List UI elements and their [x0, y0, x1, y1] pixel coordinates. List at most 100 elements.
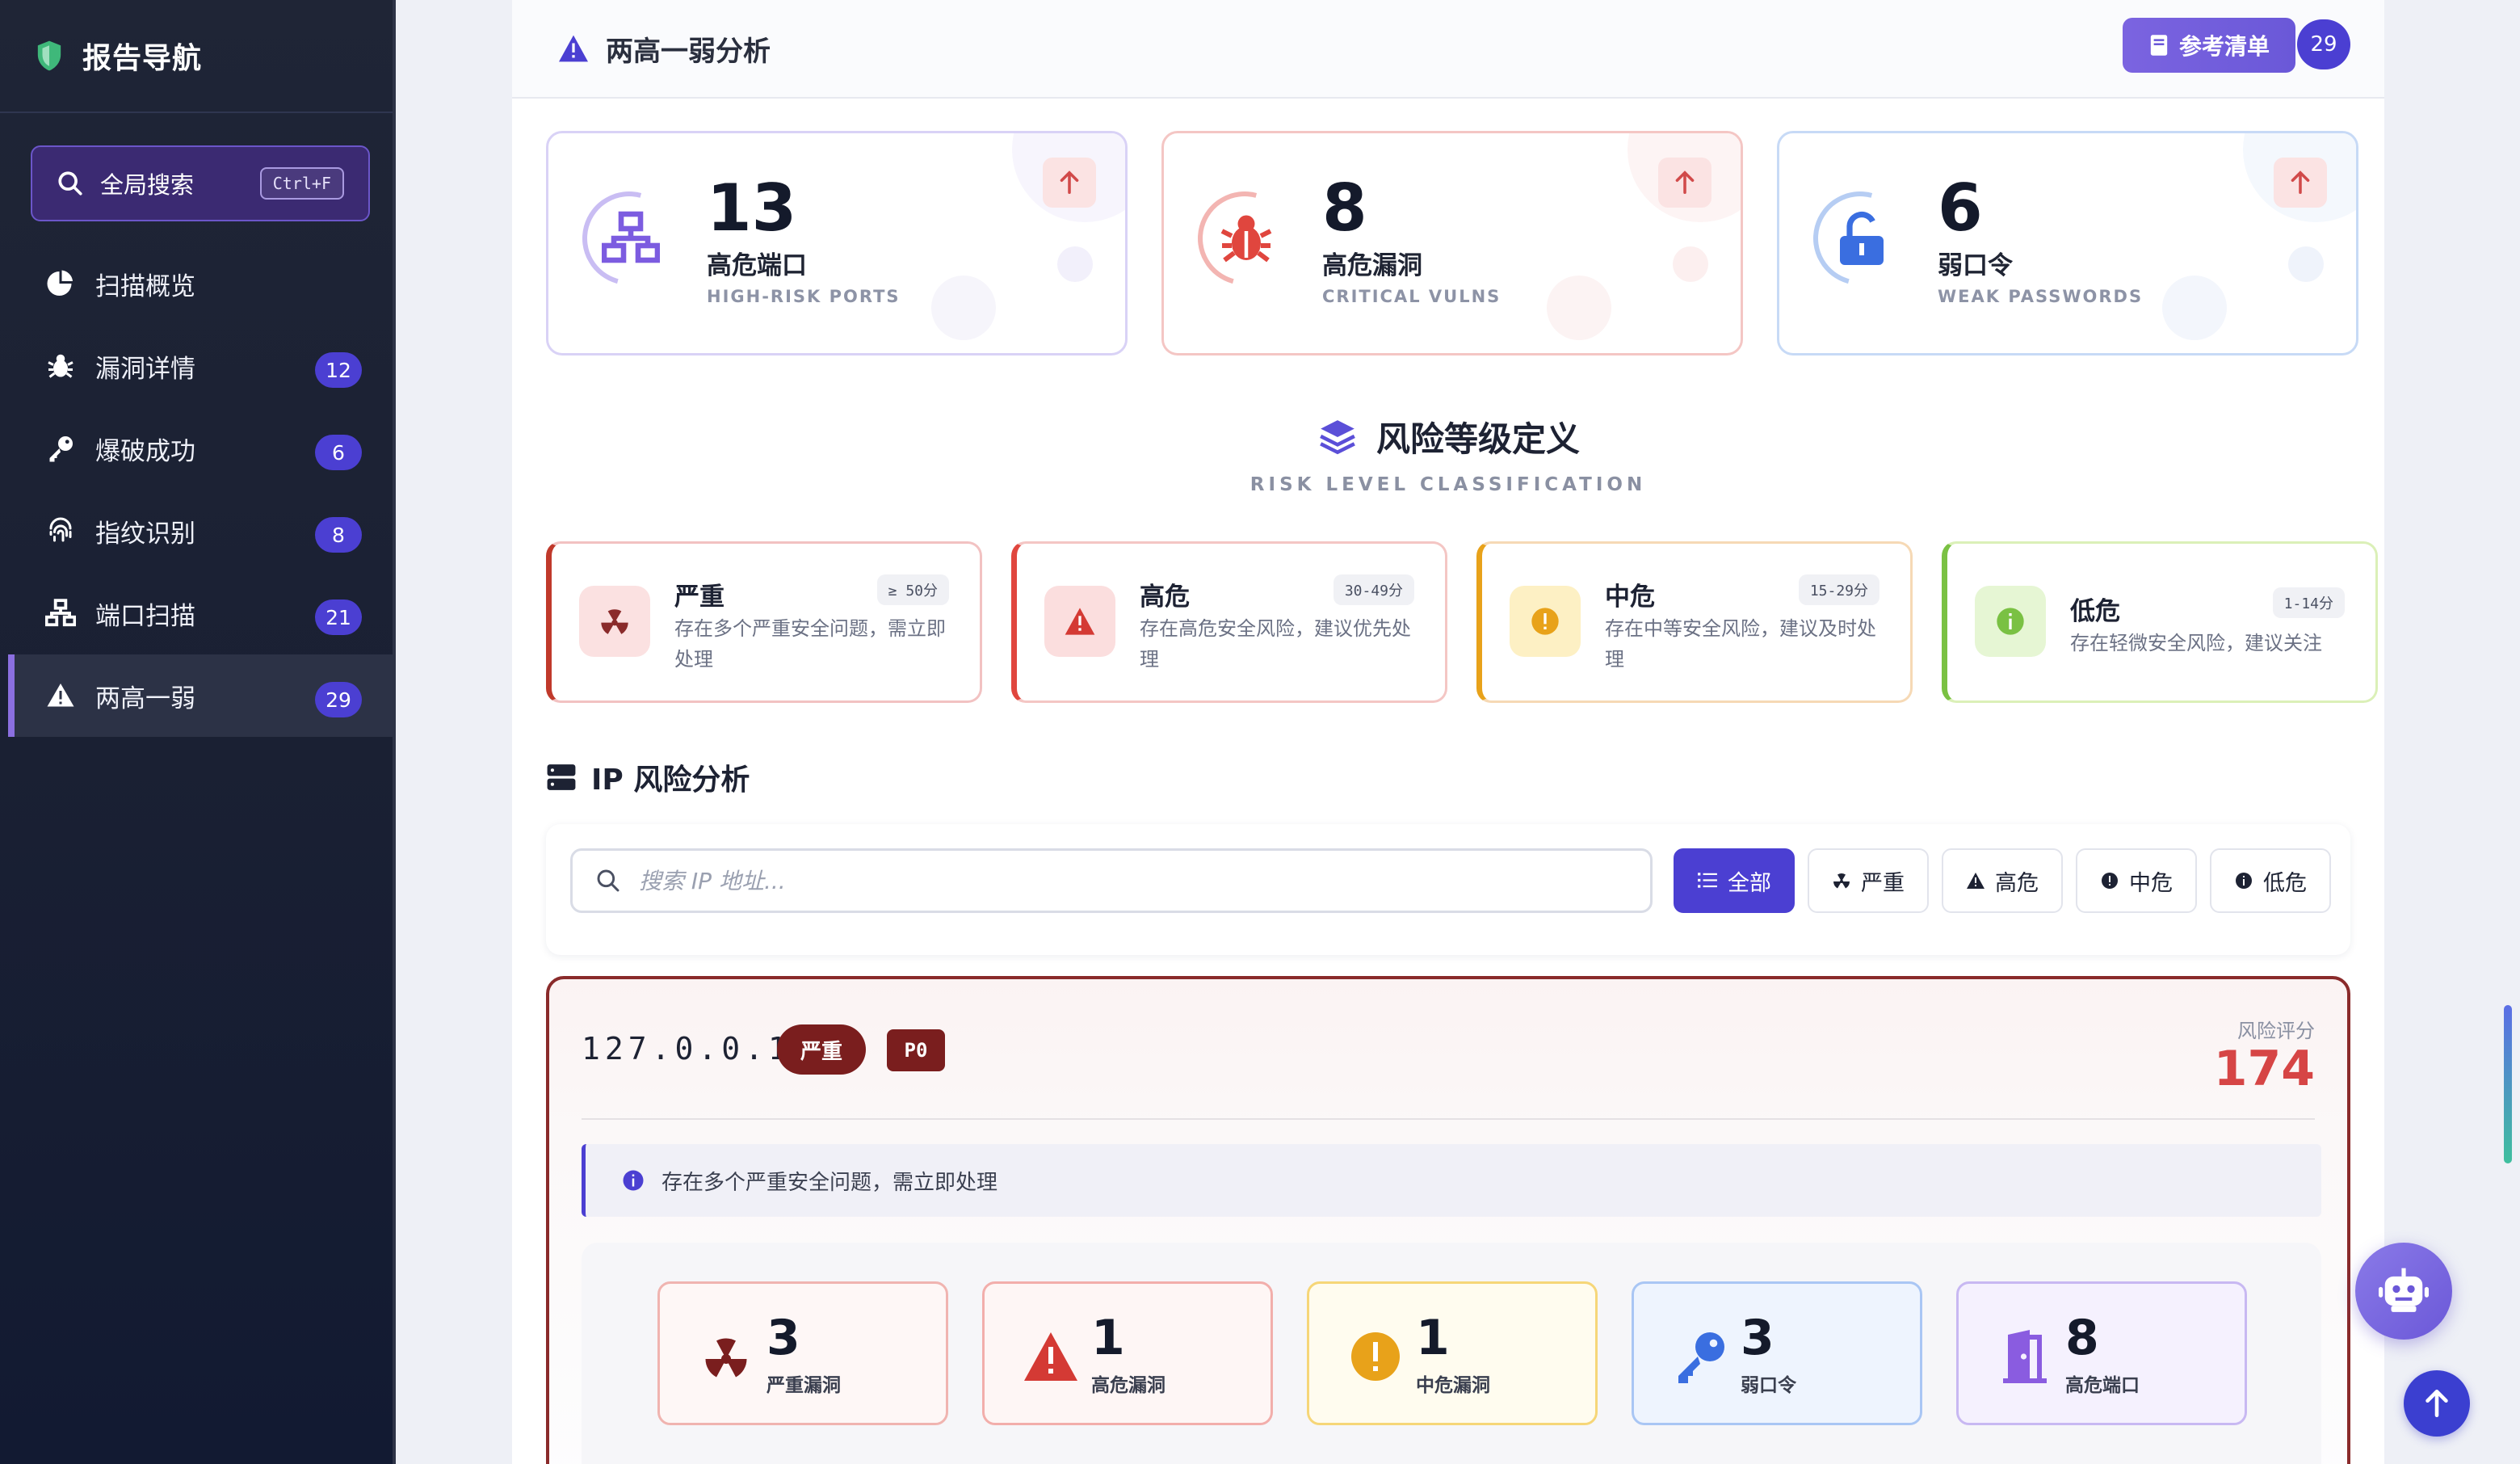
ip-risk-title: IP 风险分析: [591, 764, 750, 797]
key-icon: [1678, 1332, 1724, 1383]
divider: [582, 1118, 2315, 1120]
trend-up-icon: [1658, 158, 1712, 208]
filter-low-button[interactable]: 低危: [2210, 848, 2331, 913]
ip-risk-section-title: IP 风险分析: [546, 756, 750, 798]
decoration: [931, 276, 996, 340]
decoration: [1673, 246, 1708, 282]
global-search-label: 全局搜索: [100, 171, 195, 199]
metric-critical-vulns: 3 严重漏洞: [657, 1281, 948, 1425]
sidebar-item-fingerprint[interactable]: 指纹识别 8: [8, 490, 393, 572]
global-search-button[interactable]: 全局搜索 Ctrl+F: [31, 145, 370, 221]
shortcut-hint: Ctrl+F: [259, 167, 344, 200]
robot-icon: [2379, 1268, 2429, 1312]
count-badge: 12: [315, 352, 362, 388]
sidebar-item-ports[interactable]: 端口扫描 21: [8, 572, 393, 654]
risk-card-medium: 中危 15-29分 存在中等安全风险，建议及时处理: [1476, 541, 1913, 703]
sidebar-title: 报告导航: [82, 42, 203, 75]
door-icon: [2003, 1330, 2047, 1383]
sidebar-item-bruteforce[interactable]: 爆破成功 6: [8, 407, 393, 490]
risk-level-cards: 严重 ≥ 50分 存在多个严重安全问题，需立即处理 高危 30-49分 存在高危…: [546, 541, 2378, 703]
risk-level-title: 风险等级定义: [1376, 419, 1580, 459]
server-icon: [547, 764, 576, 790]
sidebar-item-overview[interactable]: 扫描概览: [8, 242, 393, 325]
ip-filter-panel: 全部 严重 高危 中危 低危: [546, 824, 2350, 955]
sidebar: 报告导航 全局搜索 Ctrl+F 扫描概览 漏洞详情 12 爆破成功 6 指纹识…: [0, 0, 396, 1464]
metric-medium-vulns: 1 中危漏洞: [1307, 1281, 1598, 1425]
filter-all-button[interactable]: 全部: [1674, 848, 1795, 913]
sidebar-brand: 报告导航: [0, 0, 393, 113]
shield-icon: [37, 40, 61, 71]
ip-search-field[interactable]: [570, 848, 1653, 913]
info-icon: [2236, 873, 2252, 889]
stat-label: 高危漏洞: [1322, 251, 1422, 280]
warning-icon: [559, 35, 588, 62]
radiation-icon: [579, 586, 650, 657]
risk-level-subtitle: RISK LEVEL CLASSIFICATION: [1250, 474, 1647, 495]
assistant-robot-button[interactable]: [2355, 1243, 2452, 1340]
reference-list-button[interactable]: 参考清单: [2123, 18, 2295, 73]
warning-icon: [44, 679, 78, 713]
risk-level-title-wrap: 风险等级定义: [1317, 412, 1580, 461]
risk-note-text: 存在多个严重安全问题，需立即处理: [662, 1170, 998, 1195]
metric-weak-passwords: 3 弱口令: [1632, 1281, 1922, 1425]
back-to-top-button[interactable]: [2404, 1370, 2470, 1437]
decoration: [1547, 276, 1611, 340]
decoration: [2288, 246, 2324, 282]
sidebar-item-vulns[interactable]: 漏洞详情 12: [8, 325, 393, 407]
stat-sublabel: CRITICAL VULNS: [1322, 287, 1502, 306]
risk-score-range: ≥ 50分: [876, 574, 949, 605]
risk-card-high: 高危 30-49分 存在高危安全风险，建议优先处理: [1011, 541, 1447, 703]
main-content: 两高一弱分析 参考清单 29 13 高危端口 HIGH-RISK PORTS 8: [512, 0, 2384, 1464]
stat-card-high-risk-ports: 13 高危端口 HIGH-RISK PORTS: [546, 131, 1128, 355]
layers-icon: [1320, 419, 1355, 454]
stat-value: 8: [1322, 170, 1367, 246]
risk-card-critical: 严重 ≥ 50分 存在多个严重安全问题，需立即处理: [546, 541, 982, 703]
metric-label: 弱口令: [1741, 1375, 1796, 1396]
stat-sublabel: WEAK PASSWORDS: [1938, 287, 2144, 306]
risk-score-range: 30-49分: [1333, 574, 1414, 605]
reference-list-label: 参考清单: [2178, 33, 2270, 60]
risk-card-low: 低危 1-14分 存在轻微安全风险，建议关注: [1942, 541, 2378, 703]
bug-icon: [44, 349, 78, 383]
ip-metrics-panel: 3 严重漏洞 1 高危漏洞 1 中危漏洞 3 弱口令 8 高危端口: [582, 1243, 2321, 1464]
ip-search-input[interactable]: [639, 867, 1608, 894]
risk-level-name: 低危: [2070, 597, 2120, 626]
sidebar-item-label: 指纹识别: [95, 519, 195, 549]
risk-level-description: 存在中等安全风险，建议及时处理: [1605, 617, 1876, 671]
decoration: [1057, 246, 1093, 282]
filter-label: 高危: [1995, 870, 2039, 896]
risk-level-name: 高危: [1140, 583, 1190, 612]
book-icon: [2150, 35, 2168, 56]
filter-critical-button[interactable]: 严重: [1808, 848, 1929, 913]
sidebar-item-label: 爆破成功: [95, 436, 195, 466]
reference-count-badge: 29: [2297, 19, 2350, 69]
stat-label: 高危端口: [707, 251, 807, 280]
scrollbar-thumb[interactable]: [2504, 1005, 2512, 1163]
filter-high-button[interactable]: 高危: [1942, 848, 2063, 913]
sidebar-item-label: 扫描概览: [95, 271, 195, 301]
stat-value: 6: [1938, 170, 1983, 246]
count-badge: 21: [315, 599, 362, 635]
metric-value: 8: [2065, 1310, 2099, 1366]
exclamation-icon: [1351, 1332, 1400, 1381]
exclamation-icon: [1510, 586, 1581, 657]
risk-level-description: 存在高危安全风险，建议优先处理: [1140, 617, 1411, 671]
metric-label: 高危端口: [2065, 1375, 2140, 1396]
arrow-up-icon: [2426, 1389, 2448, 1418]
severity-badge: 严重: [777, 1024, 866, 1075]
search-icon: [58, 171, 82, 196]
key-icon: [44, 431, 78, 465]
warning-icon: [1967, 873, 1984, 889]
page-title: 两高一弱分析: [606, 35, 771, 68]
sidebar-item-two-high-one-weak[interactable]: 两高一弱 29: [8, 654, 393, 737]
metric-value: 1: [1091, 1310, 1125, 1366]
warning-icon: [1024, 1332, 1077, 1381]
ip-metrics: 3 严重漏洞 1 高危漏洞 1 中危漏洞 3 弱口令 8 高危端口: [657, 1281, 2247, 1425]
filter-medium-button[interactable]: 中危: [2076, 848, 2197, 913]
ip-risk-card[interactable]: 127.0.0.1 严重 P0 风险评分 174 存在多个严重安全问题，需立即处…: [546, 976, 2350, 1464]
risk-level-description: 存在多个严重安全问题，需立即处理: [674, 617, 946, 671]
filter-label: 全部: [1728, 870, 1771, 896]
stat-cards: 13 高危端口 HIGH-RISK PORTS 8 高危漏洞 CRITICAL …: [546, 131, 2358, 355]
metric-value: 1: [1416, 1310, 1450, 1366]
count-badge: 8: [315, 517, 362, 553]
